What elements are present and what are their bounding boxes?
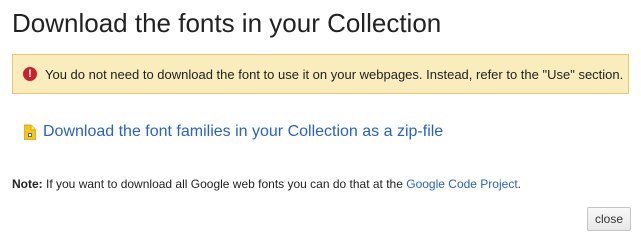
warning-text: You do not need to download the font to …: [45, 66, 624, 82]
google-code-project-link[interactable]: Google Code Project: [406, 177, 517, 191]
close-button[interactable]: close: [587, 207, 631, 231]
note-body: If you want to download all Google web f…: [42, 177, 407, 191]
zip-file-icon: [24, 124, 36, 140]
dialog-title: Download the fonts in your Collection: [12, 8, 442, 38]
download-zip-link[interactable]: Download the font families in your Colle…: [24, 123, 443, 141]
download-link-label: Download the font families in your Colle…: [43, 123, 444, 140]
note-label: Note:: [12, 177, 43, 191]
note-text: Note: If you want to download all Google…: [12, 177, 521, 191]
exclamation-circle-icon: !: [23, 67, 37, 81]
warning-banner: ! You do not need to download the font t…: [12, 54, 629, 94]
note-suffix: .: [517, 177, 521, 191]
download-dialog: Download the fonts in your Collection ! …: [0, 0, 641, 241]
